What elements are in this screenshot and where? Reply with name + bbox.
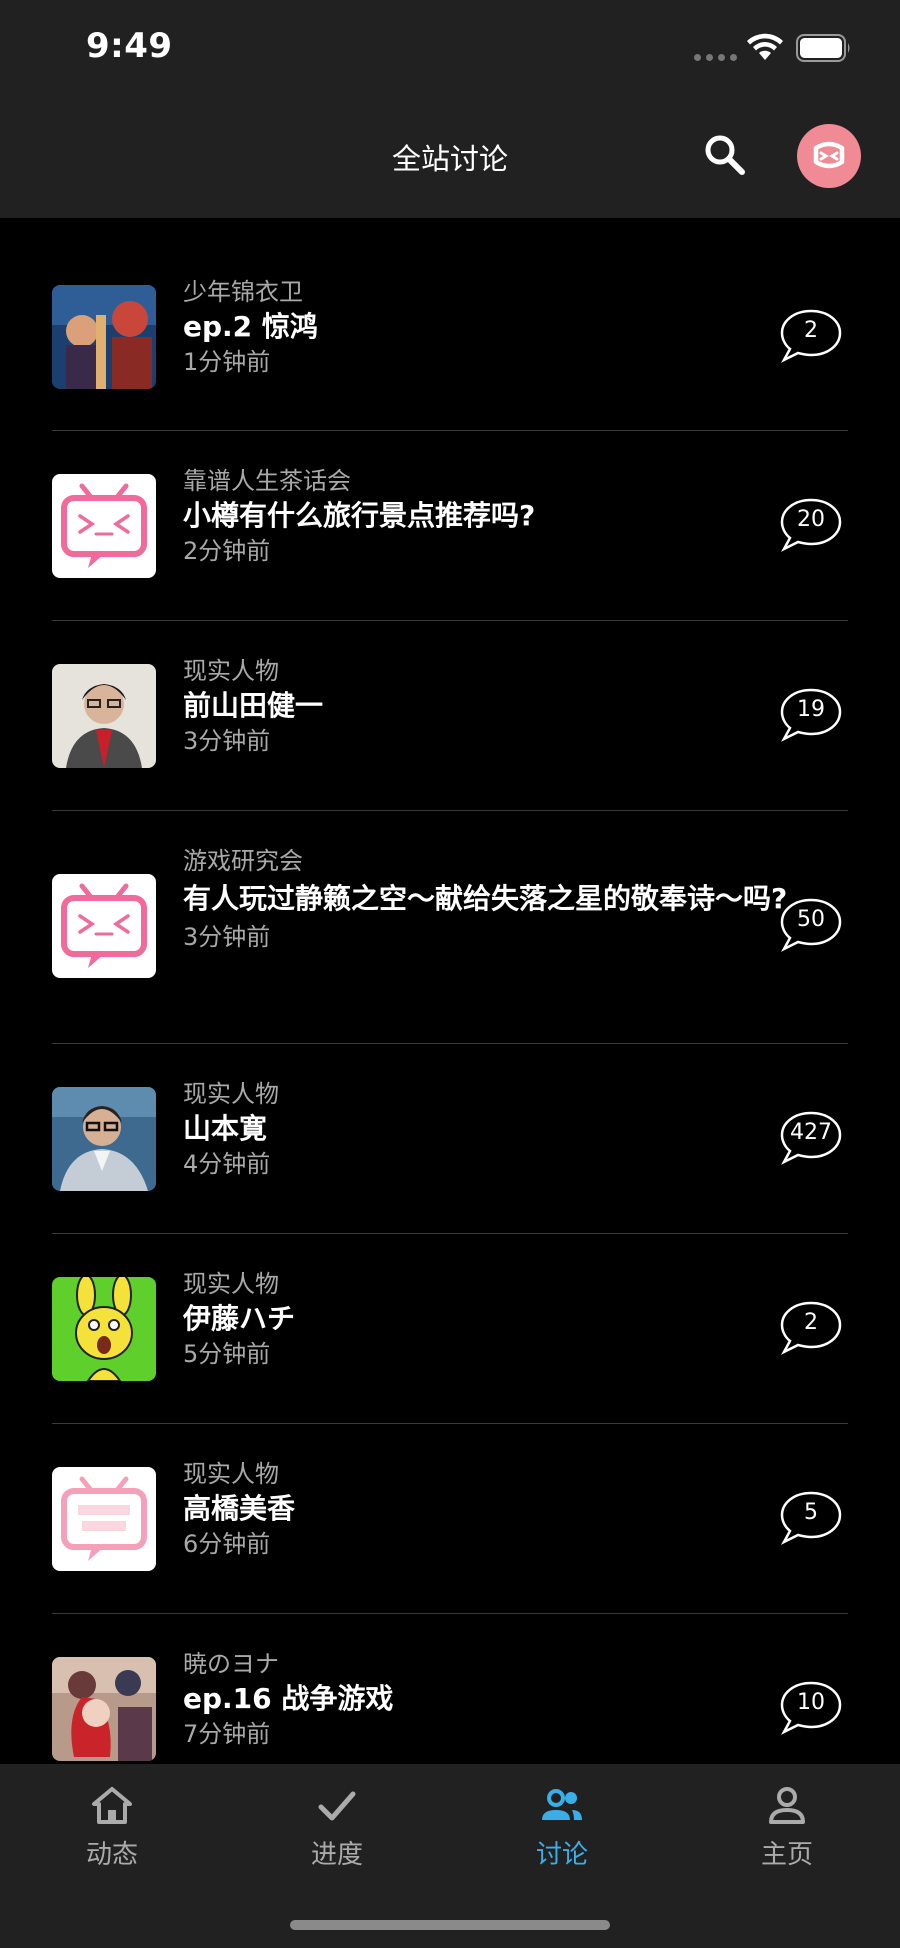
user-avatar-button[interactable]	[797, 124, 861, 188]
page-title: 全站讨论	[391, 142, 508, 176]
topic-title: ep.2 惊鸿	[183, 310, 318, 343]
topic-subject: 现实人物	[183, 1270, 279, 1298]
topic-item[interactable]: 靠谱人生茶话会 小樽有什么旅行景点推荐吗? 2分钟前 20	[52, 431, 848, 621]
bottom-tab-bar: 动态 进度 讨论 主页	[0, 1764, 900, 1948]
reply-count: 5	[804, 1500, 818, 1525]
reply-count: 50	[797, 907, 825, 932]
topic-title: 高橋美香	[183, 1492, 296, 1525]
tab-label: 讨论	[535, 1840, 588, 1870]
status-bar: 9:49	[0, 0, 900, 100]
topic-item[interactable]: 现实人物 山本寛 4分钟前 427	[52, 1044, 848, 1234]
topic-list[interactable]: 少年锦衣卫 ep.2 惊鸿 1分钟前 2 靠谱人生茶话会 小樽有什么旅行景点推荐…	[0, 218, 900, 1764]
people-icon	[542, 1789, 582, 1820]
wifi-icon	[747, 33, 783, 60]
topic-subject: 少年锦衣卫	[183, 278, 303, 306]
topic-title: 小樽有什么旅行景点推荐吗?	[183, 499, 536, 532]
home-icon	[92, 1787, 132, 1824]
cellular-signal-icon	[694, 54, 738, 62]
topic-time: 3分钟前	[183, 727, 271, 755]
topic-item[interactable]: 游戏研究会 有人玩过静籁之空～献给失落之星的敬奉诗～吗? 3分钟前 50	[52, 811, 848, 1044]
topic-time: 2分钟前	[183, 537, 271, 565]
topic-title: ep.16 战争游戏	[183, 1682, 394, 1715]
topic-item[interactable]: 现实人物 前山田健一 3分钟前 19	[52, 621, 848, 811]
person-photo-thumbnail	[52, 1087, 156, 1191]
topic-title: 山本寛	[183, 1112, 268, 1145]
tab-progress[interactable]: 进度	[262, 1784, 412, 1894]
topic-time: 3分钟前	[183, 923, 271, 951]
check-icon	[318, 1791, 356, 1821]
status-time: 9:49	[86, 26, 173, 66]
reply-count-badge: 50	[778, 897, 844, 953]
topic-time: 4分钟前	[183, 1150, 271, 1178]
person-icon	[769, 1787, 805, 1824]
topic-title: 伊藤ハチ	[183, 1302, 296, 1335]
anime-poster-thumbnail	[52, 285, 156, 389]
topic-title: 前山田健一	[183, 689, 324, 722]
avatar-logo-icon	[813, 141, 845, 169]
topic-title: 有人玩过静籁之空～献给失落之星的敬奉诗～吗?	[183, 882, 788, 915]
tab-label: 进度	[310, 1840, 363, 1870]
reply-count-badge: 19	[778, 687, 844, 743]
reply-count: 2	[804, 318, 818, 343]
topic-subject: 现实人物	[183, 1080, 279, 1108]
tab-label: 主页	[760, 1840, 813, 1870]
tv-text-only-thumbnail	[52, 1467, 156, 1571]
topic-subject: 暁のヨナ	[183, 1650, 279, 1678]
reply-count-badge: 5	[778, 1490, 844, 1546]
app-header: 全站讨论	[0, 100, 900, 218]
topic-time: 5分钟前	[183, 1340, 271, 1368]
topic-subject: 现实人物	[183, 657, 279, 685]
reply-count-badge: 2	[778, 308, 844, 364]
reply-count: 427	[790, 1120, 832, 1145]
topic-time: 1分钟前	[183, 348, 271, 376]
reply-count-badge: 2	[778, 1300, 844, 1356]
reply-count-badge: 427	[778, 1110, 844, 1166]
topic-subject: 靠谱人生茶话会	[183, 467, 351, 495]
tv-placeholder-thumbnail	[52, 474, 156, 578]
tab-discussion[interactable]: 讨论	[487, 1784, 637, 1894]
reply-count: 10	[797, 1690, 825, 1715]
reply-count: 2	[804, 1310, 818, 1335]
tv-placeholder-thumbnail	[52, 874, 156, 978]
person-photo-thumbnail	[52, 664, 156, 768]
battery-icon	[796, 34, 850, 62]
reply-count-badge: 10	[778, 1680, 844, 1736]
topic-subject: 现实人物	[183, 1460, 279, 1488]
topic-item[interactable]: 少年锦衣卫 ep.2 惊鸿 1分钟前 2	[52, 218, 848, 431]
tab-profile[interactable]: 主页	[712, 1784, 862, 1894]
tab-label: 动态	[85, 1840, 138, 1870]
reply-count: 19	[797, 697, 825, 722]
anime-poster-thumbnail	[52, 1657, 156, 1761]
topic-item[interactable]: 现实人物 高橋美香 6分钟前 5	[52, 1424, 848, 1614]
topic-time: 6分钟前	[183, 1530, 271, 1558]
reply-count-badge: 20	[778, 497, 844, 553]
tab-timeline[interactable]: 动态	[37, 1784, 187, 1894]
topic-item[interactable]: 暁のヨナ ep.16 战争游戏 7分钟前 10	[52, 1614, 848, 1764]
search-icon[interactable]	[700, 130, 750, 180]
cartoon-rabbit-thumbnail	[52, 1277, 156, 1381]
home-indicator	[290, 1920, 610, 1930]
reply-count: 20	[797, 507, 825, 532]
topic-subject: 游戏研究会	[183, 847, 303, 875]
topic-time: 7分钟前	[183, 1720, 271, 1748]
topic-item[interactable]: 现实人物 伊藤ハチ 5分钟前 2	[52, 1234, 848, 1424]
